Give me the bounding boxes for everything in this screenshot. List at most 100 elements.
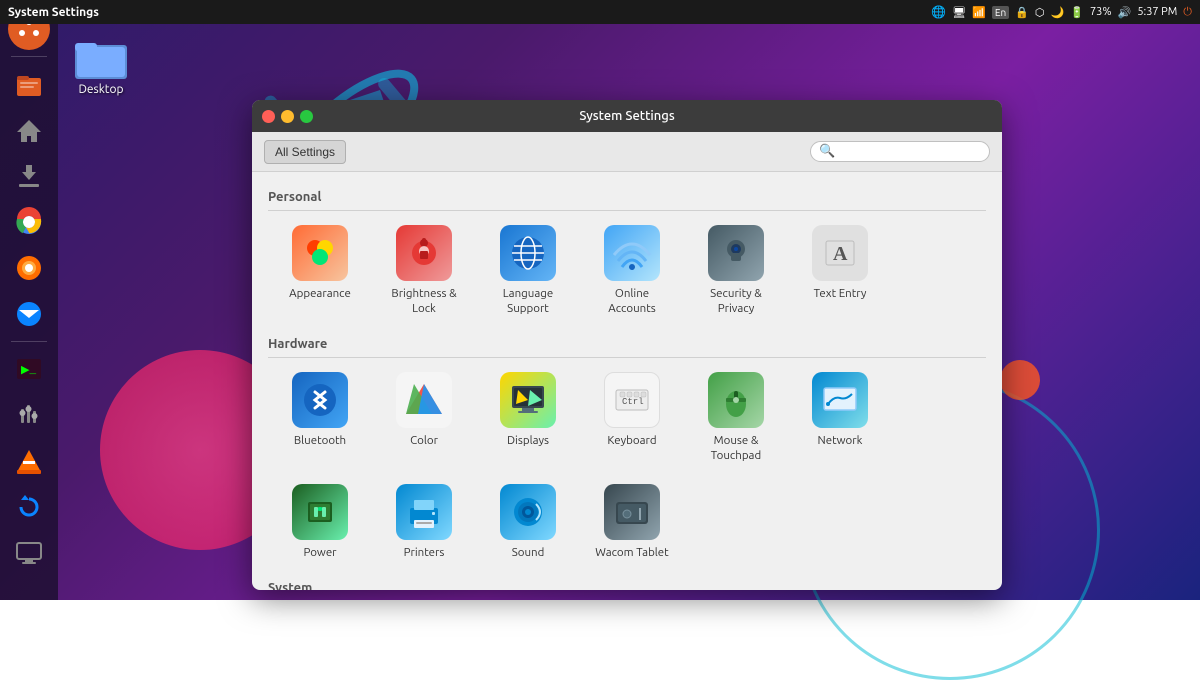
security-label: Security &Privacy (710, 287, 762, 317)
wacom-svg (612, 492, 652, 532)
printers-icon (396, 484, 452, 540)
security-svg (716, 233, 756, 273)
settings-item-keyboard[interactable]: Ctrl Keyboard (580, 362, 684, 474)
settings-item-network[interactable]: Network (788, 362, 892, 474)
topbar-title: System Settings (8, 6, 99, 19)
settings-item-security[interactable]: Security &Privacy (684, 215, 788, 327)
sound-label: Sound (512, 546, 545, 561)
settings-item-printers[interactable]: Printers (372, 474, 476, 571)
text-entry-icon: A (812, 225, 868, 281)
wacom-label: Wacom Tablet (595, 546, 668, 561)
settings-item-displays[interactable]: Displays (476, 362, 580, 474)
bluetooth-label: Bluetooth (294, 434, 346, 449)
window-close-button[interactable] (262, 110, 275, 123)
settings-item-text[interactable]: A Text Entry (788, 215, 892, 327)
taskbar-firefox[interactable] (8, 247, 50, 289)
taskbar-download[interactable] (8, 155, 50, 197)
vpn-icon: 🔒 (1015, 6, 1029, 19)
color-icon (396, 372, 452, 428)
hardware-grid: Bluetooth Color (268, 362, 986, 571)
search-box[interactable]: 🔍 (810, 141, 990, 162)
hardware-divider (268, 357, 986, 358)
taskbar-home[interactable] (8, 109, 50, 151)
battery-percent: 73% (1090, 6, 1112, 18)
thunderbird-icon (13, 298, 45, 330)
mouse-label: Mouse &Touchpad (711, 434, 761, 464)
search-icon: 🔍 (819, 144, 835, 159)
printers-svg (404, 492, 444, 532)
search-input[interactable] (839, 145, 981, 159)
terminal-icon: ▶_ (13, 353, 45, 385)
window-minimize-button[interactable] (281, 110, 294, 123)
brightness-svg (404, 233, 444, 273)
window-content: Personal Appearance (252, 172, 1002, 590)
settings-item-bluetooth[interactable]: Bluetooth (268, 362, 372, 474)
taskbar-terminal[interactable]: ▶_ (8, 348, 50, 390)
sound-icon (500, 484, 556, 540)
printers-label: Printers (404, 546, 445, 561)
color-label: Color (410, 434, 438, 449)
screen-icon (13, 537, 45, 569)
bluetooth-status-icon: ⬡ (1035, 6, 1045, 19)
keyboard-lang-icon: En (992, 6, 1009, 19)
brightness-icon (396, 225, 452, 281)
taskbar-files[interactable] (8, 63, 50, 105)
chrome-indicator-icon: 🌐 (931, 5, 946, 19)
svg-text:Ctrl: Ctrl (622, 397, 644, 407)
taskbar-thunderbird[interactable] (8, 293, 50, 335)
taskbar-mixer[interactable] (8, 394, 50, 436)
hardware-section-title: Hardware (268, 337, 986, 351)
window-controls (262, 110, 313, 123)
language-label: LanguageSupport (503, 287, 553, 317)
all-settings-button[interactable]: All Settings (264, 140, 346, 164)
taskbar-refresh[interactable] (8, 486, 50, 528)
wacom-icon (604, 484, 660, 540)
personal-section-title: Personal (268, 190, 986, 204)
taskbar-divider-2 (11, 341, 47, 342)
taskbar-chrome[interactable] (8, 201, 50, 243)
folder-icon (75, 35, 127, 79)
settings-window: System Settings All Settings 🔍 Personal (252, 100, 1002, 590)
settings-item-mouse[interactable]: Mouse &Touchpad (684, 362, 788, 474)
files-icon (13, 68, 45, 100)
wifi-icon: 📶 (972, 6, 986, 19)
night-mode-icon: 🌙 (1051, 6, 1065, 19)
network-label: Network (818, 434, 863, 449)
settings-item-language[interactable]: LanguageSupport (476, 215, 580, 327)
settings-item-online[interactable]: OnlineAccounts (580, 215, 684, 327)
chrome-icon (13, 206, 45, 238)
sound-svg (508, 492, 548, 532)
taskbar-cone[interactable] (8, 440, 50, 482)
language-icon (500, 225, 556, 281)
svg-text:▶_: ▶_ (21, 365, 36, 377)
appearance-svg (300, 233, 340, 273)
network-svg (820, 380, 860, 420)
desktop-folder-label: Desktop (78, 83, 123, 96)
window-maximize-button[interactable] (300, 110, 313, 123)
security-icon (708, 225, 764, 281)
settings-item-color[interactable]: Color (372, 362, 476, 474)
keyboard-icon: Ctrl (604, 372, 660, 428)
window-toolbar: All Settings 🔍 (252, 132, 1002, 172)
online-icon (604, 225, 660, 281)
taskbar: ▶_ (0, 0, 58, 600)
appearance-icon (292, 225, 348, 281)
brightness-label: Brightness &Lock (391, 287, 456, 317)
desktop-folder-item[interactable]: Desktop (75, 35, 127, 96)
settings-item-appearance[interactable]: Appearance (268, 215, 372, 327)
taskbar-divider-1 (11, 56, 47, 57)
settings-item-sound[interactable]: Sound (476, 474, 580, 571)
settings-item-wacom[interactable]: Wacom Tablet (580, 474, 684, 571)
settings-item-brightness[interactable]: Brightness &Lock (372, 215, 476, 327)
topbar-right: 🌐 🖥 📶 En 🔒 ⬡ 🌙 🔋 73% 🔊 5:37 PM ⏻ (931, 5, 1192, 19)
settings-item-power[interactable]: Power (268, 474, 372, 571)
text-svg: A (820, 233, 860, 273)
power-svg (300, 492, 340, 532)
window-titlebar: System Settings (252, 100, 1002, 132)
clock: 5:37 PM (1137, 6, 1177, 18)
displays-label: Displays (507, 434, 549, 449)
taskbar-screen[interactable] (8, 532, 50, 574)
personal-divider (268, 210, 986, 211)
online-label: OnlineAccounts (608, 287, 655, 317)
home-icon (13, 114, 45, 146)
